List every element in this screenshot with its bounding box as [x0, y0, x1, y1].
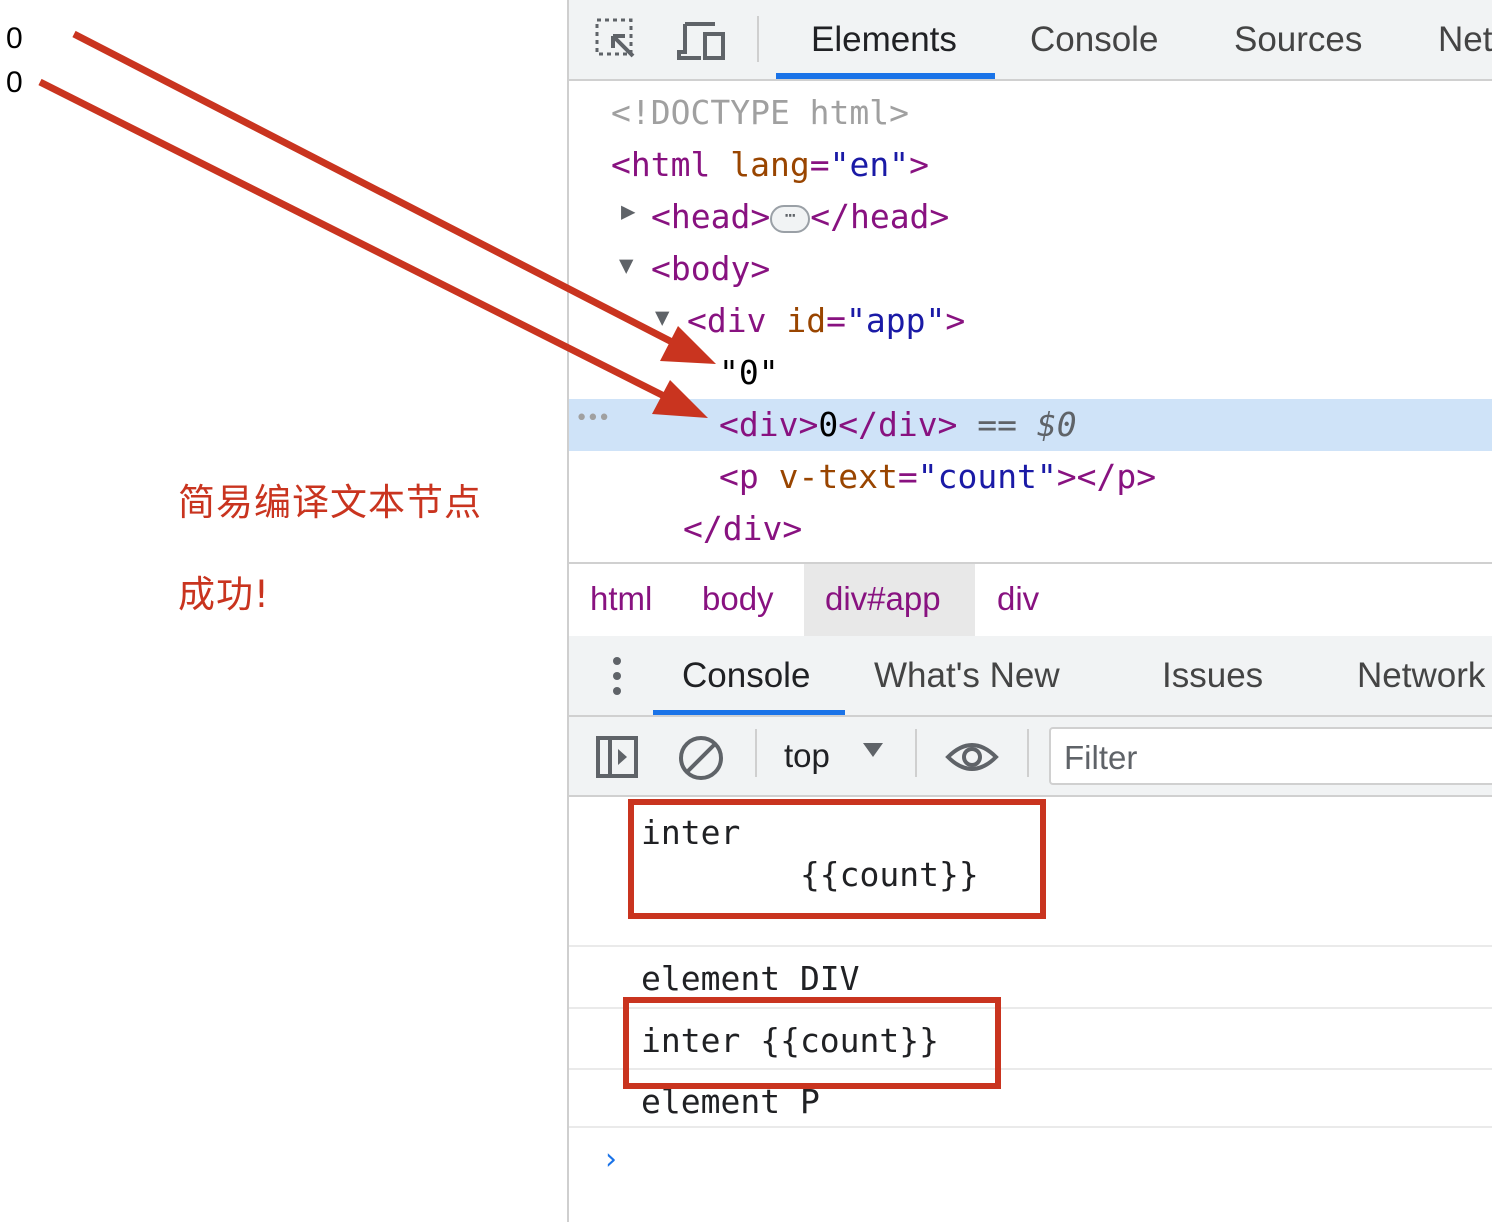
html-lang-attr: lang [730, 145, 810, 184]
collapsed-content-icon[interactable]: ⋯ [770, 204, 811, 233]
highlight-box-2 [623, 997, 1001, 1089]
dom-selected-div-node[interactable]: <div>0</div> == $0 [719, 405, 1077, 444]
dom-div-app-node[interactable]: <div id="app"> [687, 301, 965, 340]
dom-text-node[interactable]: "0" [719, 353, 779, 392]
context-selector[interactable]: top [784, 737, 830, 775]
breadcrumb-body[interactable]: body [702, 580, 774, 618]
dom-p-node[interactable]: <p v-text="count"></p> [719, 457, 1156, 496]
clear-console-icon[interactable] [677, 734, 725, 787]
toolbar-separator-1 [755, 729, 757, 777]
drawer-tab-whats-new[interactable]: What's New [874, 656, 1060, 696]
collapse-div-app-icon[interactable]: ▼ [655, 303, 669, 331]
drawer-tab-network[interactable]: Network [1357, 656, 1485, 696]
html-lang-value: "en" [829, 145, 910, 184]
drawer-tab-issues[interactable]: Issues [1162, 656, 1263, 696]
collapse-body-icon[interactable]: ▼ [619, 251, 633, 279]
highlight-box-1 [628, 799, 1046, 919]
dom-head-node[interactable]: <head> ⋯ </head> [651, 197, 949, 236]
p-vtext-value: "count" [917, 457, 1057, 496]
breadcrumb-div[interactable]: div [997, 580, 1039, 618]
head-open-tag: <head> [651, 197, 771, 236]
row-more-icon[interactable]: ••• [575, 406, 611, 431]
tab-network[interactable]: Net [1438, 20, 1492, 60]
breadcrumb: html body div#app div [569, 562, 1492, 638]
selected-marker: == $0 [957, 405, 1077, 444]
div-id-value: "app" [845, 301, 946, 340]
toolbar-separator-3 [1027, 729, 1029, 777]
dom-body-node[interactable]: <body> [651, 249, 770, 288]
console-prompt-icon[interactable]: › [605, 1142, 617, 1177]
dom-html-node[interactable]: <html lang="en"> [611, 145, 929, 184]
console-row-divider [569, 945, 1492, 947]
active-tab-indicator [776, 73, 995, 79]
p-vtext-attr: v-text [778, 457, 898, 496]
rendered-page: 0 0 简易编译文本节点 成功! [0, 0, 568, 1222]
toolbar-separator [757, 16, 759, 62]
dom-doctype[interactable]: <!DOCTYPE html> [611, 93, 909, 132]
html-open-tag: <html [611, 145, 711, 184]
live-expression-eye-icon[interactable] [945, 739, 999, 780]
div-id-attr: id [786, 301, 827, 340]
more-tools-icon[interactable] [609, 656, 625, 701]
page-number-bottom: 0 [6, 66, 23, 99]
toolbar-separator-2 [915, 729, 917, 777]
breadcrumb-div-app[interactable]: div#app [825, 580, 941, 618]
tab-elements[interactable]: Elements [811, 20, 957, 60]
tab-sources[interactable]: Sources [1234, 20, 1362, 60]
expand-head-icon[interactable]: ▶ [621, 197, 635, 225]
drawer-tab-console[interactable]: Console [682, 656, 810, 696]
drawer-tabbar: Console What's New Issues Network [569, 636, 1492, 717]
page-number-top: 0 [6, 22, 23, 55]
console-message-2: element DIV [641, 959, 860, 998]
devtools-panel: Elements Console Sources Net ••• <!DOCTY… [569, 0, 1492, 1222]
sidebar-toggle-icon[interactable] [595, 735, 639, 784]
dom-div-close[interactable]: </div> [683, 509, 802, 548]
drawer-active-tab-indicator [653, 710, 845, 715]
console-toolbar: top Filter [569, 717, 1492, 797]
annotation-line-1: 简易编译文本节点 [178, 481, 482, 524]
console-row-divider [569, 1126, 1492, 1128]
dom-tree: ••• <!DOCTYPE html> <html lang="en"> ▶ <… [569, 81, 1492, 562]
console-output: inter {{count}} element DIV inter {{coun… [569, 797, 1492, 1222]
breadcrumb-html[interactable]: html [590, 580, 652, 618]
chevron-down-icon[interactable] [861, 741, 885, 764]
device-toolbar-icon[interactable] [675, 16, 725, 64]
filter-input[interactable]: Filter [1049, 727, 1492, 785]
devtools-main-toolbar: Elements Console Sources Net [569, 0, 1492, 81]
inspect-element-icon[interactable] [593, 16, 641, 64]
tab-console[interactable]: Console [1030, 20, 1158, 60]
annotation-line-2: 成功! [178, 573, 270, 616]
head-close-tag: </head> [810, 197, 950, 236]
